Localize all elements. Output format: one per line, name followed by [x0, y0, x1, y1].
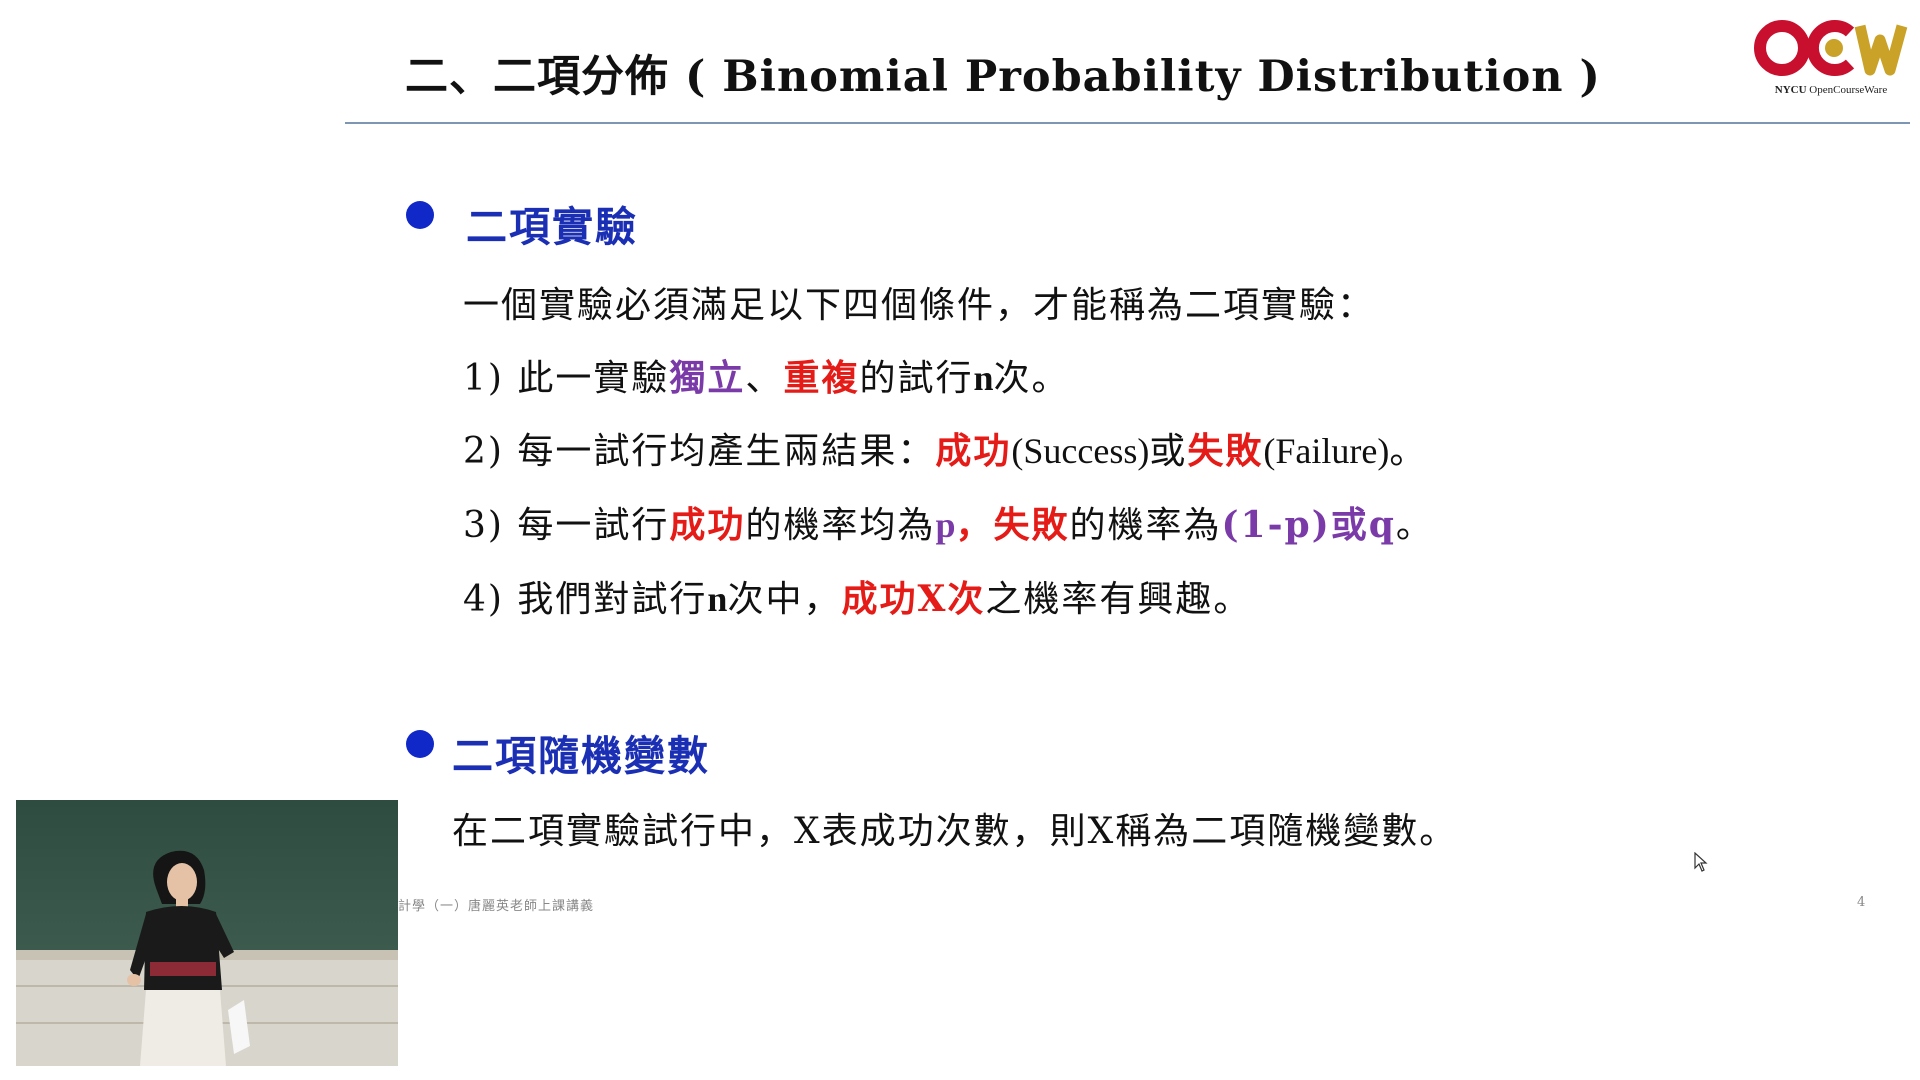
mouse-cursor-icon	[1694, 851, 1708, 876]
lecturer-figure-icon	[127, 850, 250, 1066]
lecturer-video-overlay[interactable]	[16, 800, 398, 1066]
section-heading-binomial-random-variable: 二項隨機變數	[452, 732, 710, 780]
slide-title: 二、二項分佈 ( Binomial Probability Distributi…	[405, 52, 1601, 102]
intro-text: 一個實驗必須滿足以下四個條件，才能稱為二項實驗：	[463, 285, 1376, 326]
condition-3: 3) 每一試行成功的機率均為p，失敗的機率為(1-p)或q。	[463, 504, 1434, 546]
condition-1: 1) 此一實驗獨立、重複的試行n次。	[463, 357, 1070, 399]
title-divider	[345, 122, 1910, 124]
ocw-logo-icon	[1754, 20, 1908, 76]
section-heading-binomial-experiment: 二項實驗	[466, 203, 638, 251]
random-variable-definition: 在二項實驗試行中，X表成功次數，則X稱為二項隨機變數。	[452, 811, 1458, 852]
page-number: 4	[1857, 895, 1866, 910]
ocw-logo: NYCU OpenCourseWare	[1752, 18, 1910, 104]
footer-course-label: 計學（一）唐麗英老師上課講義	[398, 899, 595, 914]
condition-4: 4) 我們對試行n次中，成功X次之機率有興趣。	[463, 578, 1252, 620]
bullet-dot	[406, 730, 434, 758]
condition-2: 2) 每一試行均產生兩結果：成功(Success)或失敗(Failure)。	[463, 430, 1428, 472]
bullet-dot	[406, 201, 434, 229]
logo-caption: NYCU OpenCourseWare	[1774, 84, 1888, 96]
